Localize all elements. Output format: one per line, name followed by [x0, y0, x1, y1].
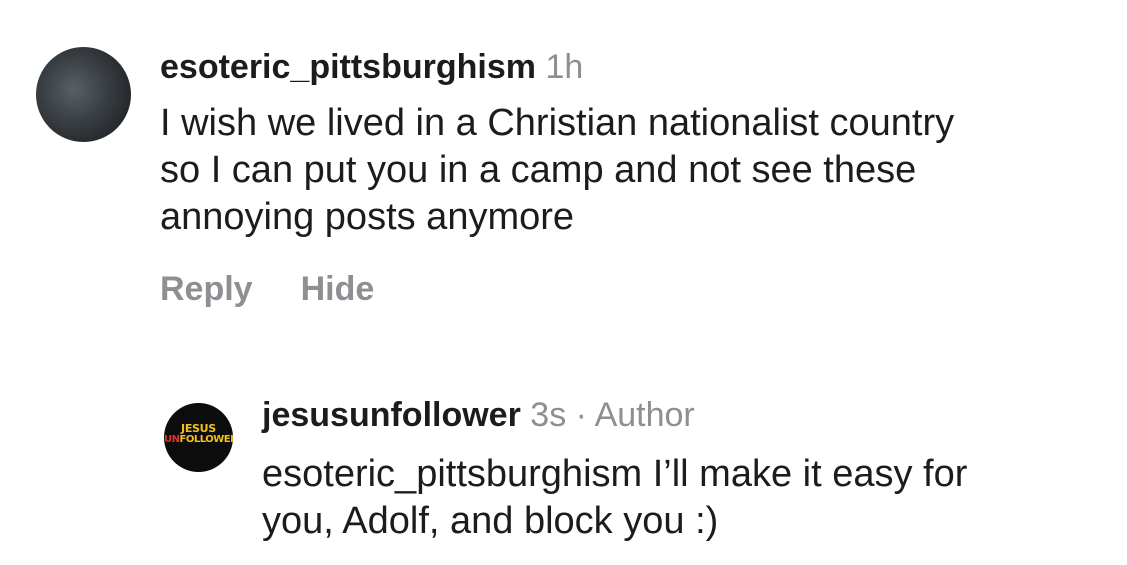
author-avatar[interactable]: JESUS UNFOLLOWER: [164, 403, 233, 472]
hide-button[interactable]: Hide: [301, 270, 375, 309]
comment-header: esoteric_pittsburghism 1h: [160, 50, 583, 84]
timestamp: 1h: [545, 48, 584, 86]
comment-body: I wish we lived in a Christian nationali…: [160, 100, 1100, 241]
author-badge: Author: [594, 396, 695, 434]
avatar[interactable]: [36, 47, 131, 142]
comment-line: you, Adolf, and block you :): [262, 500, 719, 542]
comment-line: so I can put you in a camp and not see t…: [160, 149, 917, 191]
comment-line: esoteric_pittsburghism I’ll make it easy…: [262, 453, 968, 495]
comment-line: annoying posts anymore: [160, 196, 575, 238]
logo: JESUS UNFOLLOWER: [164, 422, 233, 445]
comment-reply: JESUS UNFOLLOWER jesusunfollower 3s · Au…: [0, 330, 1127, 565]
comment-body: esoteric_pittsburghism I’ll make it easy…: [262, 451, 1112, 545]
username[interactable]: jesusunfollower: [262, 396, 521, 434]
comment-actions: Reply Hide: [160, 270, 374, 309]
username[interactable]: esoteric_pittsburghism: [160, 48, 536, 86]
timestamp: 3s: [530, 396, 567, 434]
reply-button[interactable]: Reply: [160, 270, 253, 309]
separator: ·: [575, 396, 587, 434]
comment-header: jesusunfollower 3s · Author: [262, 398, 695, 432]
comment-top: esoteric_pittsburghism 1h I wish we live…: [0, 0, 1127, 330]
comment-line: I wish we lived in a Christian nationali…: [160, 102, 955, 144]
